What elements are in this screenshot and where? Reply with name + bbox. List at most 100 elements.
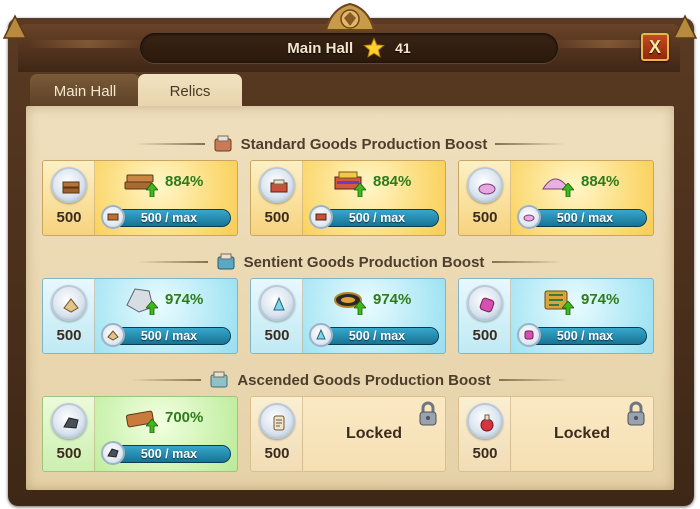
- boost-percent: 974%: [165, 291, 204, 308]
- relic-slot: 500: [251, 279, 303, 353]
- section-header-standard: Standard Goods Production Boost: [0, 133, 700, 155]
- progress-relic-icon: [517, 205, 541, 229]
- relic-progress-bar: 500 / max: [107, 327, 231, 345]
- relic-cost: 500: [56, 327, 82, 344]
- lock-icon: [419, 401, 437, 426]
- divider-line: [137, 261, 208, 263]
- progress-label: 500 / max: [140, 329, 198, 343]
- relic-badge: [467, 403, 503, 439]
- header-wood-trim-left: [28, 40, 148, 48]
- progress-relic-icon: [309, 323, 333, 347]
- progress-relic-icon: [517, 323, 541, 347]
- section-title: Standard Goods Production Boost: [240, 135, 488, 153]
- boost-percent: 974%: [373, 291, 412, 308]
- relic-card-elixir[interactable]: 500 974% 500 / max: [250, 278, 446, 354]
- relic-card-planks[interactable]: 500 884% 500 / max: [42, 160, 238, 236]
- relic-progress-bar: 500 / max: [315, 209, 439, 227]
- relic-cost: 500: [56, 445, 82, 462]
- progress-label: 500 / max: [140, 211, 198, 225]
- relic-slot: 500: [251, 397, 303, 471]
- title-bar: Main Hall 41: [140, 33, 558, 63]
- section-title: Sentient Goods Production Boost: [243, 253, 485, 271]
- divider-line: [131, 379, 202, 381]
- section-header-sentient: Sentient Goods Production Boost: [0, 251, 700, 273]
- elixir-relic-icon: [273, 296, 285, 311]
- relic-cost: 500: [472, 445, 498, 462]
- boost-arrow-icon: [146, 419, 158, 433]
- relic-cost: 500: [56, 209, 82, 226]
- progress-relic-icon: [101, 205, 125, 229]
- relic-card-dust[interactable]: 500 974% 500 / max: [458, 278, 654, 354]
- relic-slot: 500: [251, 161, 303, 235]
- relic-cost: 500: [472, 327, 498, 344]
- relic-cost: 500: [264, 209, 290, 226]
- relic-slot: 500: [459, 279, 511, 353]
- locked-label: Locked: [553, 425, 610, 442]
- relic-badge: [467, 167, 503, 203]
- lock-icon: [627, 401, 645, 426]
- relic-card-locked-potion[interactable]: 500 Locked: [458, 396, 654, 472]
- relic-slot: 500: [459, 161, 511, 235]
- sentient-goods-icon: [217, 253, 235, 270]
- close-button[interactable]: X: [641, 33, 669, 61]
- relic-slot: 500: [43, 161, 95, 235]
- progress-label: 500 / max: [556, 329, 614, 343]
- relic-slot: 500: [459, 397, 511, 471]
- star-count: 41: [395, 40, 411, 56]
- relic-progress-bar: 500 / max: [107, 209, 231, 227]
- ascended-goods-icon: [210, 371, 228, 388]
- gems-relic-icon: [63, 298, 79, 313]
- relic-badge: [51, 167, 87, 203]
- relic-badge: [467, 285, 503, 321]
- relic-badge: [259, 167, 295, 203]
- progress-label: 500 / max: [556, 211, 614, 225]
- relic-badge: [51, 403, 87, 439]
- crest-icon: [324, 2, 376, 31]
- crystal-relic-icon: [478, 183, 496, 195]
- planks-relic-icon: [62, 181, 80, 194]
- locked-label: Locked: [345, 425, 402, 442]
- boost-arrow-icon: [562, 183, 574, 197]
- relic-slot: 500: [43, 397, 95, 471]
- boost-percent: 700%: [165, 409, 204, 426]
- boost-percent: 974%: [581, 291, 620, 308]
- potion-relic-icon: [480, 414, 494, 432]
- relic-badge: [259, 285, 295, 321]
- boost-arrow-icon: [354, 183, 366, 197]
- tab-relics[interactable]: Relics: [138, 74, 242, 108]
- relic-badge: [259, 403, 295, 439]
- progress-relic-icon: [101, 323, 125, 347]
- boost-percent: 884%: [165, 173, 204, 190]
- orichalcum-relic-icon: [63, 417, 79, 429]
- section-header-ascended: Ascended Goods Production Boost: [0, 369, 700, 391]
- relic-progress-bar: 500 / max: [523, 327, 647, 345]
- relic-card-orichalcum[interactable]: 500 700% 500 / max: [42, 396, 238, 472]
- relic-card-locked-scroll[interactable]: 500 Locked: [250, 396, 446, 472]
- progress-label: 500 / max: [348, 329, 406, 343]
- relic-cost: 500: [264, 445, 290, 462]
- relic-card-marble[interactable]: 500 884% 500 / max: [250, 160, 446, 236]
- boost-arrow-icon: [562, 301, 574, 315]
- divider-line: [492, 261, 563, 263]
- progress-label: 500 / max: [348, 211, 406, 225]
- progress-label: 500 / max: [140, 447, 198, 461]
- boost-percent: 884%: [581, 173, 620, 190]
- relic-card-crystal[interactable]: 500 884% 500 / max: [458, 160, 654, 236]
- relic-card-gems[interactable]: 500 974% 500 / max: [42, 278, 238, 354]
- corner-ornament-icon: [2, 14, 28, 39]
- progress-relic-icon: [101, 441, 125, 465]
- dust-relic-icon: [479, 297, 495, 313]
- boost-arrow-icon: [354, 301, 366, 315]
- standard-goods-icon: [214, 135, 232, 152]
- boost-percent: 884%: [373, 173, 412, 190]
- scroll-relic-icon: [273, 415, 285, 431]
- progress-relic-icon: [309, 205, 333, 229]
- boost-arrow-icon: [146, 183, 158, 197]
- tab-main-hall[interactable]: Main Hall: [30, 74, 140, 108]
- marble-relic-icon: [270, 179, 288, 193]
- relic-badge: [51, 285, 87, 321]
- boost-arrow-icon: [146, 301, 158, 315]
- section-title: Ascended Goods Production Boost: [237, 371, 491, 389]
- relic-cost: 500: [264, 327, 290, 344]
- corner-ornament-icon: [672, 14, 698, 39]
